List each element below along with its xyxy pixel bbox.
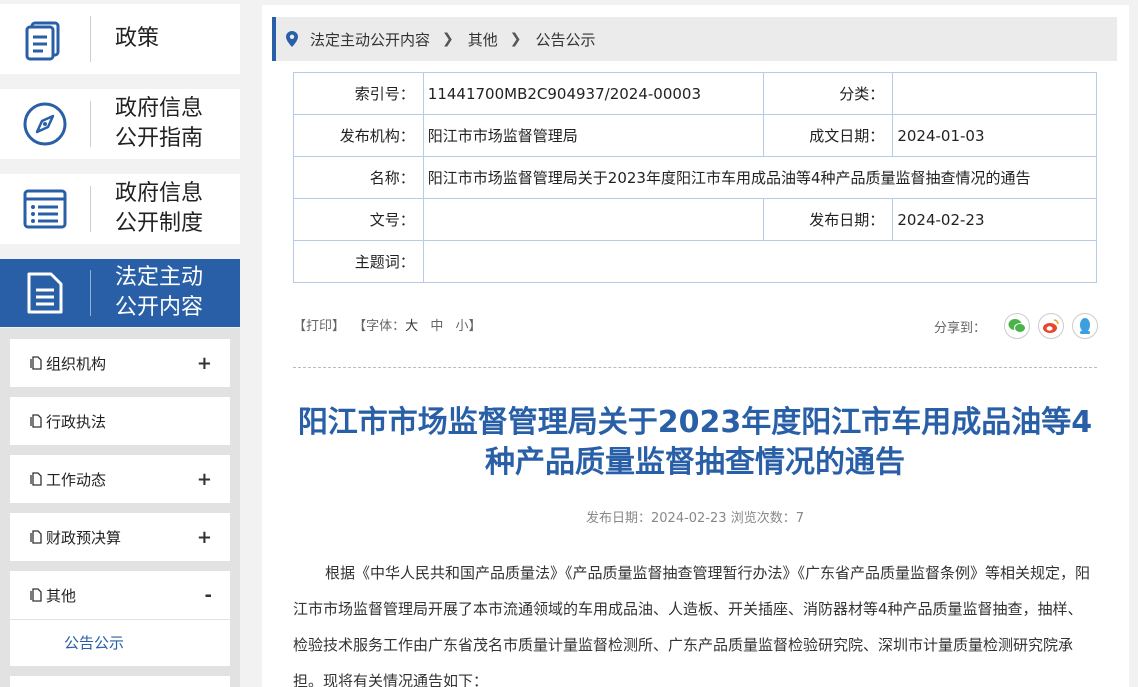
location-pin-icon bbox=[286, 31, 298, 47]
wechat-icon[interactable] bbox=[1004, 313, 1030, 339]
list-icon bbox=[0, 174, 90, 244]
subnav-item-other[interactable]: 其他 - bbox=[10, 571, 230, 619]
sidebar: 政策 政府信息 公开指南 政府信息 公开制度 法定主动 公开内容 组织机构 + … bbox=[0, 0, 240, 687]
font-large-button[interactable]: 大 bbox=[405, 319, 418, 334]
document-meta-table: 索引号： 11441700MB2C904937/2024-00003 分类： 发… bbox=[293, 72, 1098, 283]
subnav-item-work-news[interactable]: 工作动态 + bbox=[10, 455, 230, 503]
breadcrumb: 法定主动公开内容 ❯ 其他 ❯ 公告公示 bbox=[272, 17, 1117, 61]
page-icon bbox=[30, 414, 42, 428]
page-icon bbox=[30, 356, 42, 370]
font-size-suffix: 】 bbox=[468, 319, 482, 334]
meta-created-date: 2024-01-03 bbox=[892, 114, 1097, 157]
subnav-item-budget[interactable]: 财政预决算 + bbox=[10, 513, 230, 561]
breadcrumb-link[interactable]: 公告公示 bbox=[536, 29, 596, 50]
nav-disclosure-guide[interactable]: 政府信息 公开指南 bbox=[0, 89, 240, 159]
breadcrumb-link[interactable]: 其他 bbox=[468, 29, 498, 50]
article-body: 根据《中华人民共和国产品质量法》《产品质量监督抽查管理暂行办法》《广东省产品质量… bbox=[293, 564, 1091, 687]
page-icon bbox=[30, 588, 42, 602]
subnav-label: 组织机构 bbox=[46, 354, 107, 373]
expand-toggle[interactable]: + bbox=[197, 527, 212, 548]
compass-icon bbox=[0, 89, 90, 159]
meta-keywords bbox=[422, 240, 1098, 283]
meta-label: 发布机构： bbox=[293, 114, 424, 157]
page-icon bbox=[30, 530, 42, 544]
article-title: 阳江市市场监督管理局关于2023年度阳江市车用成品油等4种产品质量监督抽查情况的… bbox=[297, 405, 1093, 480]
breadcrumb-link[interactable]: 法定主动公开内容 bbox=[310, 29, 430, 50]
subnav-label: 工作动态 bbox=[46, 470, 107, 489]
page-icon bbox=[30, 472, 42, 486]
meta-label: 成文日期： bbox=[762, 114, 894, 157]
chevron-right-icon: ❯ bbox=[442, 31, 454, 47]
subnav-item-organization[interactable]: 组织机构 + bbox=[10, 339, 230, 387]
share-bar: 分享到： bbox=[934, 313, 1098, 339]
meta-label: 文号： bbox=[293, 198, 424, 241]
subnav-item-partial[interactable] bbox=[10, 676, 230, 687]
meta-publisher: 阳江市市场监督管理局 bbox=[422, 114, 764, 157]
nav-label: 政府信息 公开指南 bbox=[115, 96, 204, 151]
expand-toggle[interactable]: + bbox=[197, 353, 212, 374]
subnav-label: 财政预决算 bbox=[46, 528, 122, 547]
nav-disclosure-system[interactable]: 政府信息 公开制度 bbox=[0, 174, 240, 244]
article-tools: 【打印】 【字体：大 中 小】 bbox=[293, 315, 482, 334]
print-button[interactable]: 【打印】 bbox=[293, 319, 345, 334]
collapse-toggle[interactable]: - bbox=[205, 585, 212, 606]
meta-publish-date: 2024-02-23 bbox=[892, 198, 1097, 241]
document-icon bbox=[0, 258, 90, 328]
meta-category bbox=[892, 72, 1097, 115]
subnav-label: 行政执法 bbox=[46, 412, 107, 431]
meta-label: 主题词： bbox=[293, 240, 424, 283]
meta-label: 分类： bbox=[762, 72, 894, 115]
meta-label: 名称： bbox=[293, 156, 424, 199]
meta-label: 发布日期： bbox=[762, 198, 894, 241]
article-pubinfo: 发布日期：2024-02-23 浏览次数：7 bbox=[586, 511, 804, 526]
nav-policy[interactable]: 政策 bbox=[0, 4, 240, 74]
nav-label: 政策 bbox=[115, 26, 160, 51]
subnav-child-announcements[interactable]: 公告公示 bbox=[10, 620, 230, 666]
qq-icon[interactable] bbox=[1072, 313, 1098, 339]
font-medium-button[interactable]: 中 bbox=[430, 319, 443, 334]
main-content: 法定主动公开内容 ❯ 其他 ❯ 公告公示 索引号： 11441700MB2C90… bbox=[262, 5, 1129, 687]
nav-label: 政府信息 公开制度 bbox=[115, 181, 204, 236]
subnav-item-law-enforcement[interactable]: 行政执法 bbox=[10, 397, 230, 445]
font-size-prefix: 【字体： bbox=[353, 319, 406, 334]
dashed-divider bbox=[293, 367, 1097, 368]
font-small-button[interactable]: 小 bbox=[455, 319, 468, 334]
nav-label: 法定主动 公开内容 bbox=[115, 265, 204, 320]
share-label: 分享到： bbox=[933, 320, 986, 336]
chevron-right-icon: ❯ bbox=[509, 31, 522, 47]
meta-document-number bbox=[422, 198, 764, 241]
meta-label: 索引号： bbox=[293, 72, 424, 115]
weibo-icon[interactable] bbox=[1038, 313, 1064, 339]
expand-toggle[interactable]: + bbox=[197, 469, 212, 490]
meta-document-name: 阳江市市场监督管理局关于2023年度阳江市车用成品油等4种产品质量监督抽查情况的… bbox=[422, 156, 1098, 199]
subnav-label: 其他 bbox=[46, 586, 77, 605]
nav-mandatory-disclosure[interactable]: 法定主动 公开内容 bbox=[0, 259, 240, 327]
meta-index-number: 11441700MB2C904937/2024-00003 bbox=[422, 72, 764, 115]
document-list-icon bbox=[0, 4, 90, 74]
